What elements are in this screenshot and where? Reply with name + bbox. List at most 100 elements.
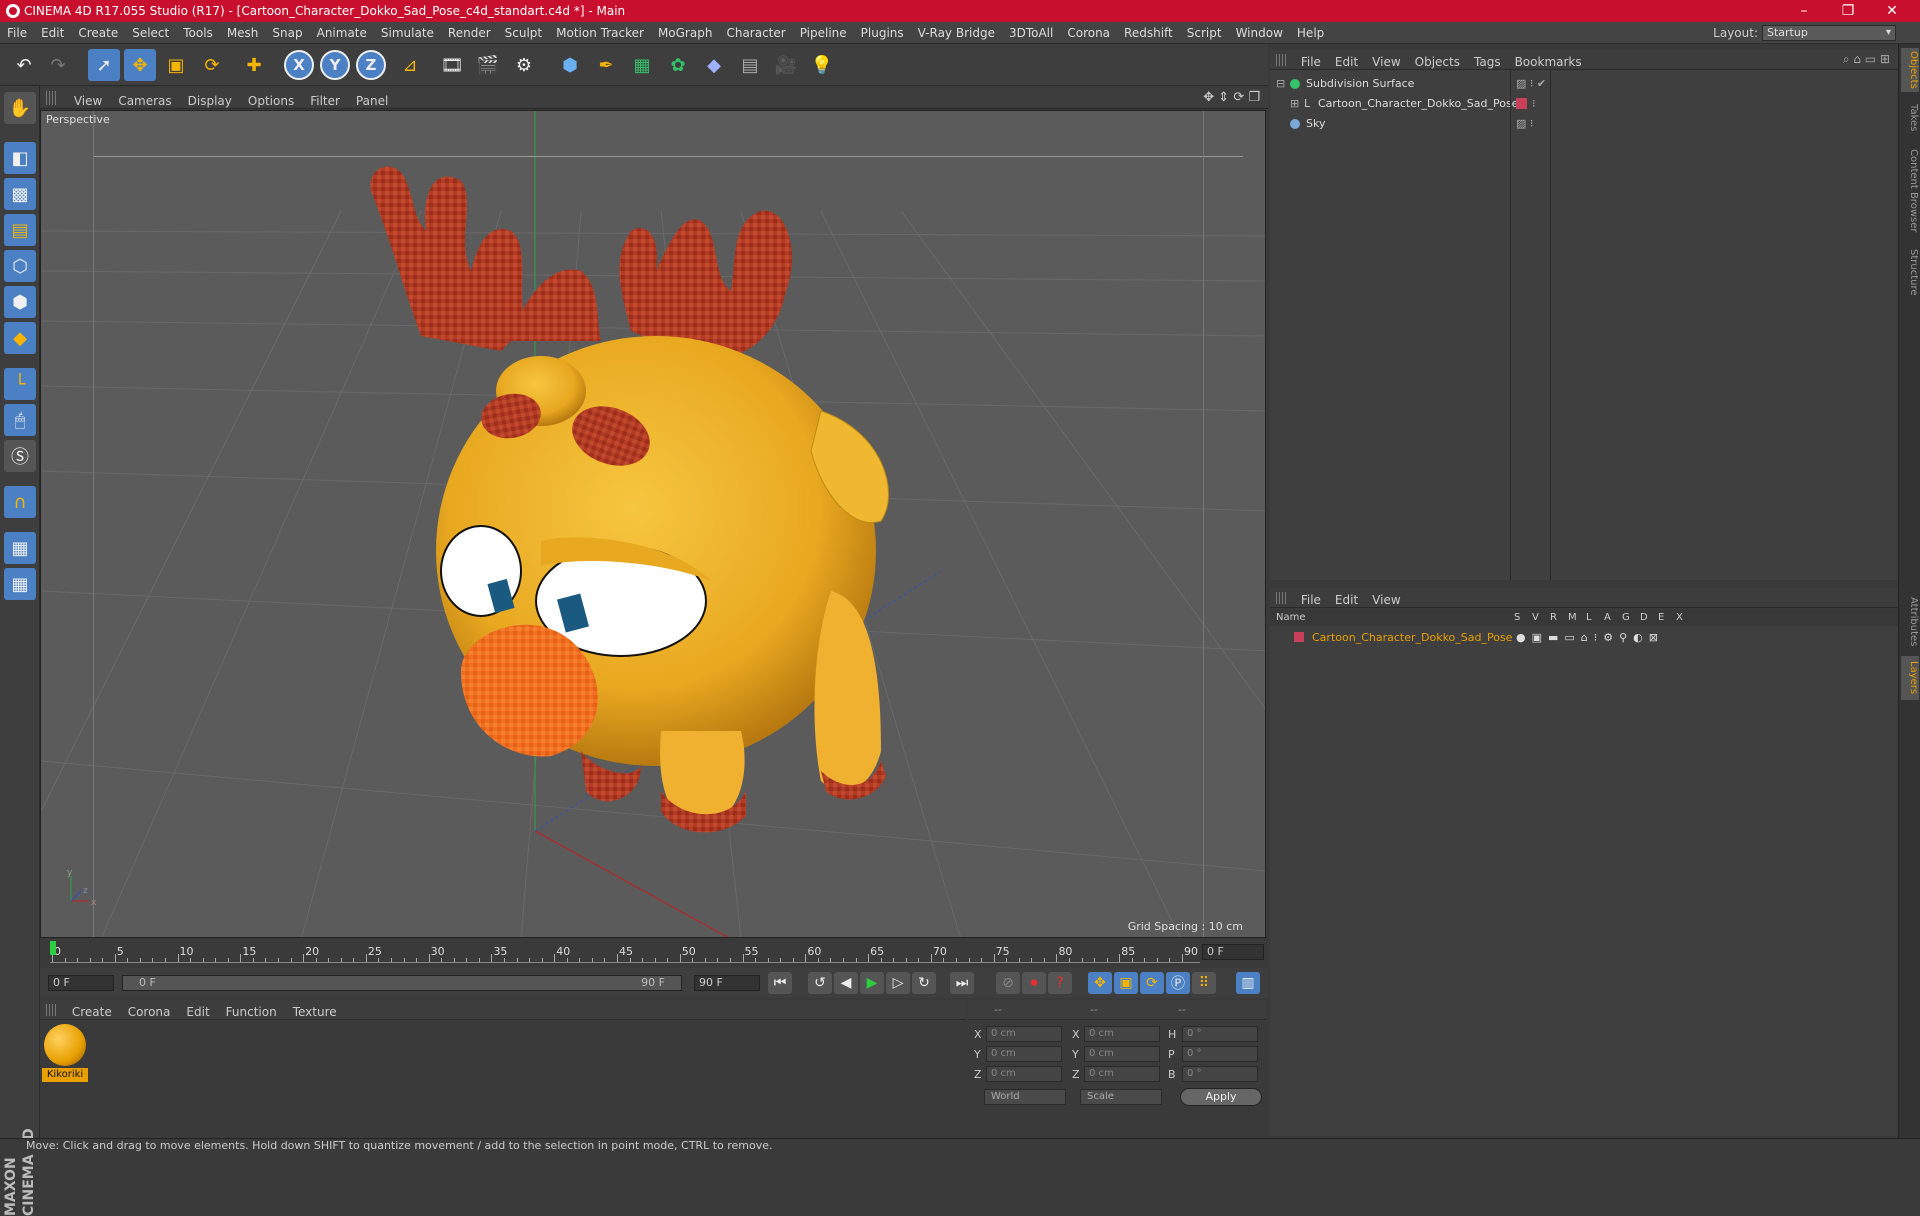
- lock-workplane-icon[interactable]: ▦: [4, 532, 36, 564]
- timeline-playhead[interactable]: [50, 941, 56, 955]
- lm-menu-file[interactable]: File: [1294, 590, 1328, 610]
- menu-redshift[interactable]: Redshift: [1117, 22, 1180, 44]
- viewport-menu-options[interactable]: Options: [240, 91, 302, 112]
- menu-render[interactable]: Render: [441, 22, 498, 44]
- previous-frame-icon[interactable]: ◀: [834, 972, 858, 994]
- scale-key-icon[interactable]: ▣: [1114, 972, 1138, 994]
- edit-render-settings-icon[interactable]: ⚙: [508, 49, 540, 81]
- rotate-icon[interactable]: ⟳: [196, 49, 228, 81]
- layout-dropdown[interactable]: Startup: [1762, 25, 1896, 41]
- play-icon[interactable]: ▶: [860, 972, 884, 994]
- position-y-field[interactable]: 0 cm: [986, 1046, 1062, 1062]
- object-row[interactable]: ⊞ Ⅼ Cartoon_Character_Dokko_Sad_Pose ⁝: [1270, 94, 1898, 113]
- coordinate-system-dropdown[interactable]: World: [984, 1089, 1066, 1105]
- om-menu-edit[interactable]: Edit: [1328, 52, 1365, 72]
- maximize-button[interactable]: ❐: [1826, 0, 1870, 22]
- cloner-icon[interactable]: ✿: [662, 49, 694, 81]
- undo-icon[interactable]: ↶: [8, 49, 40, 81]
- cube-icon[interactable]: ⬢: [554, 49, 586, 81]
- edges-mode-icon[interactable]: ⬢: [4, 286, 36, 318]
- lm-menu-edit[interactable]: Edit: [1328, 590, 1365, 610]
- go-to-end-icon[interactable]: ⏭: [950, 972, 974, 994]
- previous-key-icon[interactable]: ↺: [808, 972, 832, 994]
- viewport-menu-filter[interactable]: Filter: [302, 91, 348, 112]
- om-menu-tags[interactable]: Tags: [1467, 52, 1508, 72]
- rotation-b-field[interactable]: 0 °: [1182, 1066, 1258, 1082]
- workplane-icon[interactable]: ▤: [4, 214, 36, 246]
- next-frame-icon[interactable]: ▷: [886, 972, 910, 994]
- pen-icon[interactable]: ✒: [590, 49, 622, 81]
- tab-objects[interactable]: Objects: [1901, 48, 1919, 92]
- position-x-field[interactable]: 0 cm: [986, 1026, 1062, 1042]
- tab-attributes[interactable]: Attributes: [1901, 592, 1919, 652]
- floor-icon[interactable]: ▤: [734, 49, 766, 81]
- expand-icon[interactable]: ⊞: [1290, 94, 1299, 113]
- tab-content-browser[interactable]: Content Browser: [1901, 146, 1919, 236]
- om-menu-objects[interactable]: Objects: [1408, 52, 1467, 72]
- render-view-icon[interactable]: 🎞: [436, 49, 468, 81]
- menu-tools[interactable]: Tools: [176, 22, 220, 44]
- y-axis-icon[interactable]: Y: [320, 50, 350, 80]
- autokeying-icon[interactable]: ⏺: [1022, 972, 1046, 994]
- om-menu-bookmarks[interactable]: Bookmarks: [1508, 52, 1589, 72]
- menu-vray-bridge[interactable]: V-Ray Bridge: [911, 22, 1002, 44]
- viewport-menu-view[interactable]: View: [66, 91, 110, 112]
- sculpt-mode-icon[interactable]: ✋: [4, 92, 36, 124]
- redo-icon[interactable]: ↷: [42, 49, 74, 81]
- layer-row[interactable]: Cartoon_Character_Dokko_Sad_Pose ●▣▬▭⌂⁝⚙…: [1270, 628, 1898, 647]
- parameter-key-icon[interactable]: Ⓟ: [1166, 972, 1190, 994]
- om-search-icon[interactable]: ⌕ ⌂ ▭ ⊞: [1843, 52, 1890, 67]
- menu-select[interactable]: Select: [125, 22, 176, 44]
- rotation-h-field[interactable]: 0 °: [1182, 1026, 1258, 1042]
- lm-menu-view[interactable]: View: [1365, 590, 1407, 610]
- menu-motion-tracker[interactable]: Motion Tracker: [549, 22, 651, 44]
- world-coords-icon[interactable]: ⊿: [394, 49, 426, 81]
- next-key-icon[interactable]: ↻: [912, 972, 936, 994]
- light-icon[interactable]: 💡: [806, 49, 838, 81]
- menu-corona[interactable]: Corona: [1060, 22, 1117, 44]
- menu-edit[interactable]: Edit: [34, 22, 71, 44]
- timeline[interactable]: 0 5 10 15 20 25 30 35 40 45 50 55 60 65 70 75 80 85 90 0 F: [40, 938, 1268, 968]
- camera-icon[interactable]: 🎥: [770, 49, 802, 81]
- menu-plugins[interactable]: Plugins: [854, 22, 911, 44]
- record-keys-icon[interactable]: ⊘: [996, 972, 1020, 994]
- visibility-dots-icon[interactable]: ▨ ⁝: [1516, 114, 1533, 133]
- material-menu-edit[interactable]: Edit: [178, 1002, 217, 1022]
- texture-mode-icon[interactable]: ▩: [4, 178, 36, 210]
- menu-file[interactable]: File: [0, 22, 34, 44]
- create-icon[interactable]: ✚: [238, 49, 270, 81]
- viewport-menu-cameras[interactable]: Cameras: [110, 91, 179, 112]
- menu-create[interactable]: Create: [71, 22, 125, 44]
- apply-button[interactable]: Apply: [1180, 1088, 1262, 1106]
- position-z-field[interactable]: 0 cm: [986, 1066, 1062, 1082]
- end-frame-field[interactable]: 90 F: [694, 975, 760, 991]
- scale-icon[interactable]: ▣: [160, 49, 192, 81]
- magnet-icon[interactable]: ∩: [4, 486, 36, 518]
- menu-help[interactable]: Help: [1290, 22, 1331, 44]
- rotation-p-field[interactable]: 0 °: [1182, 1046, 1258, 1062]
- frame-range-slider[interactable]: 0 F 90 F: [122, 975, 682, 991]
- subdivision-icon[interactable]: ▦: [626, 49, 658, 81]
- menu-mesh[interactable]: Mesh: [220, 22, 266, 44]
- close-button[interactable]: ✕: [1870, 0, 1914, 22]
- menu-sculpt[interactable]: Sculpt: [498, 22, 549, 44]
- live-select-icon[interactable]: ➚: [88, 49, 120, 81]
- layer-toggle-icons[interactable]: ●▣▬▭⌂⁝⚙⚲◐⊠: [1516, 628, 1664, 647]
- menu-animate[interactable]: Animate: [310, 22, 374, 44]
- menu-3dtoall[interactable]: 3DToAll: [1002, 22, 1060, 44]
- current-frame-field[interactable]: 0 F: [1202, 944, 1264, 960]
- polygons-mode-icon[interactable]: ◆: [4, 322, 36, 354]
- object-row[interactable]: Sky ▨ ⁝: [1270, 114, 1898, 133]
- viewport-menu-display[interactable]: Display: [180, 91, 240, 112]
- position-key-icon[interactable]: ✥: [1088, 972, 1112, 994]
- viewport-menu-panel[interactable]: Panel: [348, 91, 396, 112]
- perspective-viewport[interactable]: yzx Perspective Grid Spacing : 10 cm: [40, 110, 1266, 938]
- material-menu-create[interactable]: Create: [64, 1002, 120, 1022]
- x-axis-icon[interactable]: X: [284, 50, 314, 80]
- menu-pipeline[interactable]: Pipeline: [793, 22, 854, 44]
- planar-workplane-icon[interactable]: ▦: [4, 568, 36, 600]
- tab-structure[interactable]: Structure: [1901, 244, 1919, 300]
- snap-icon[interactable]: Ⓢ: [4, 440, 36, 472]
- size-mode-dropdown[interactable]: Scale: [1080, 1089, 1162, 1105]
- menu-window[interactable]: Window: [1229, 22, 1290, 44]
